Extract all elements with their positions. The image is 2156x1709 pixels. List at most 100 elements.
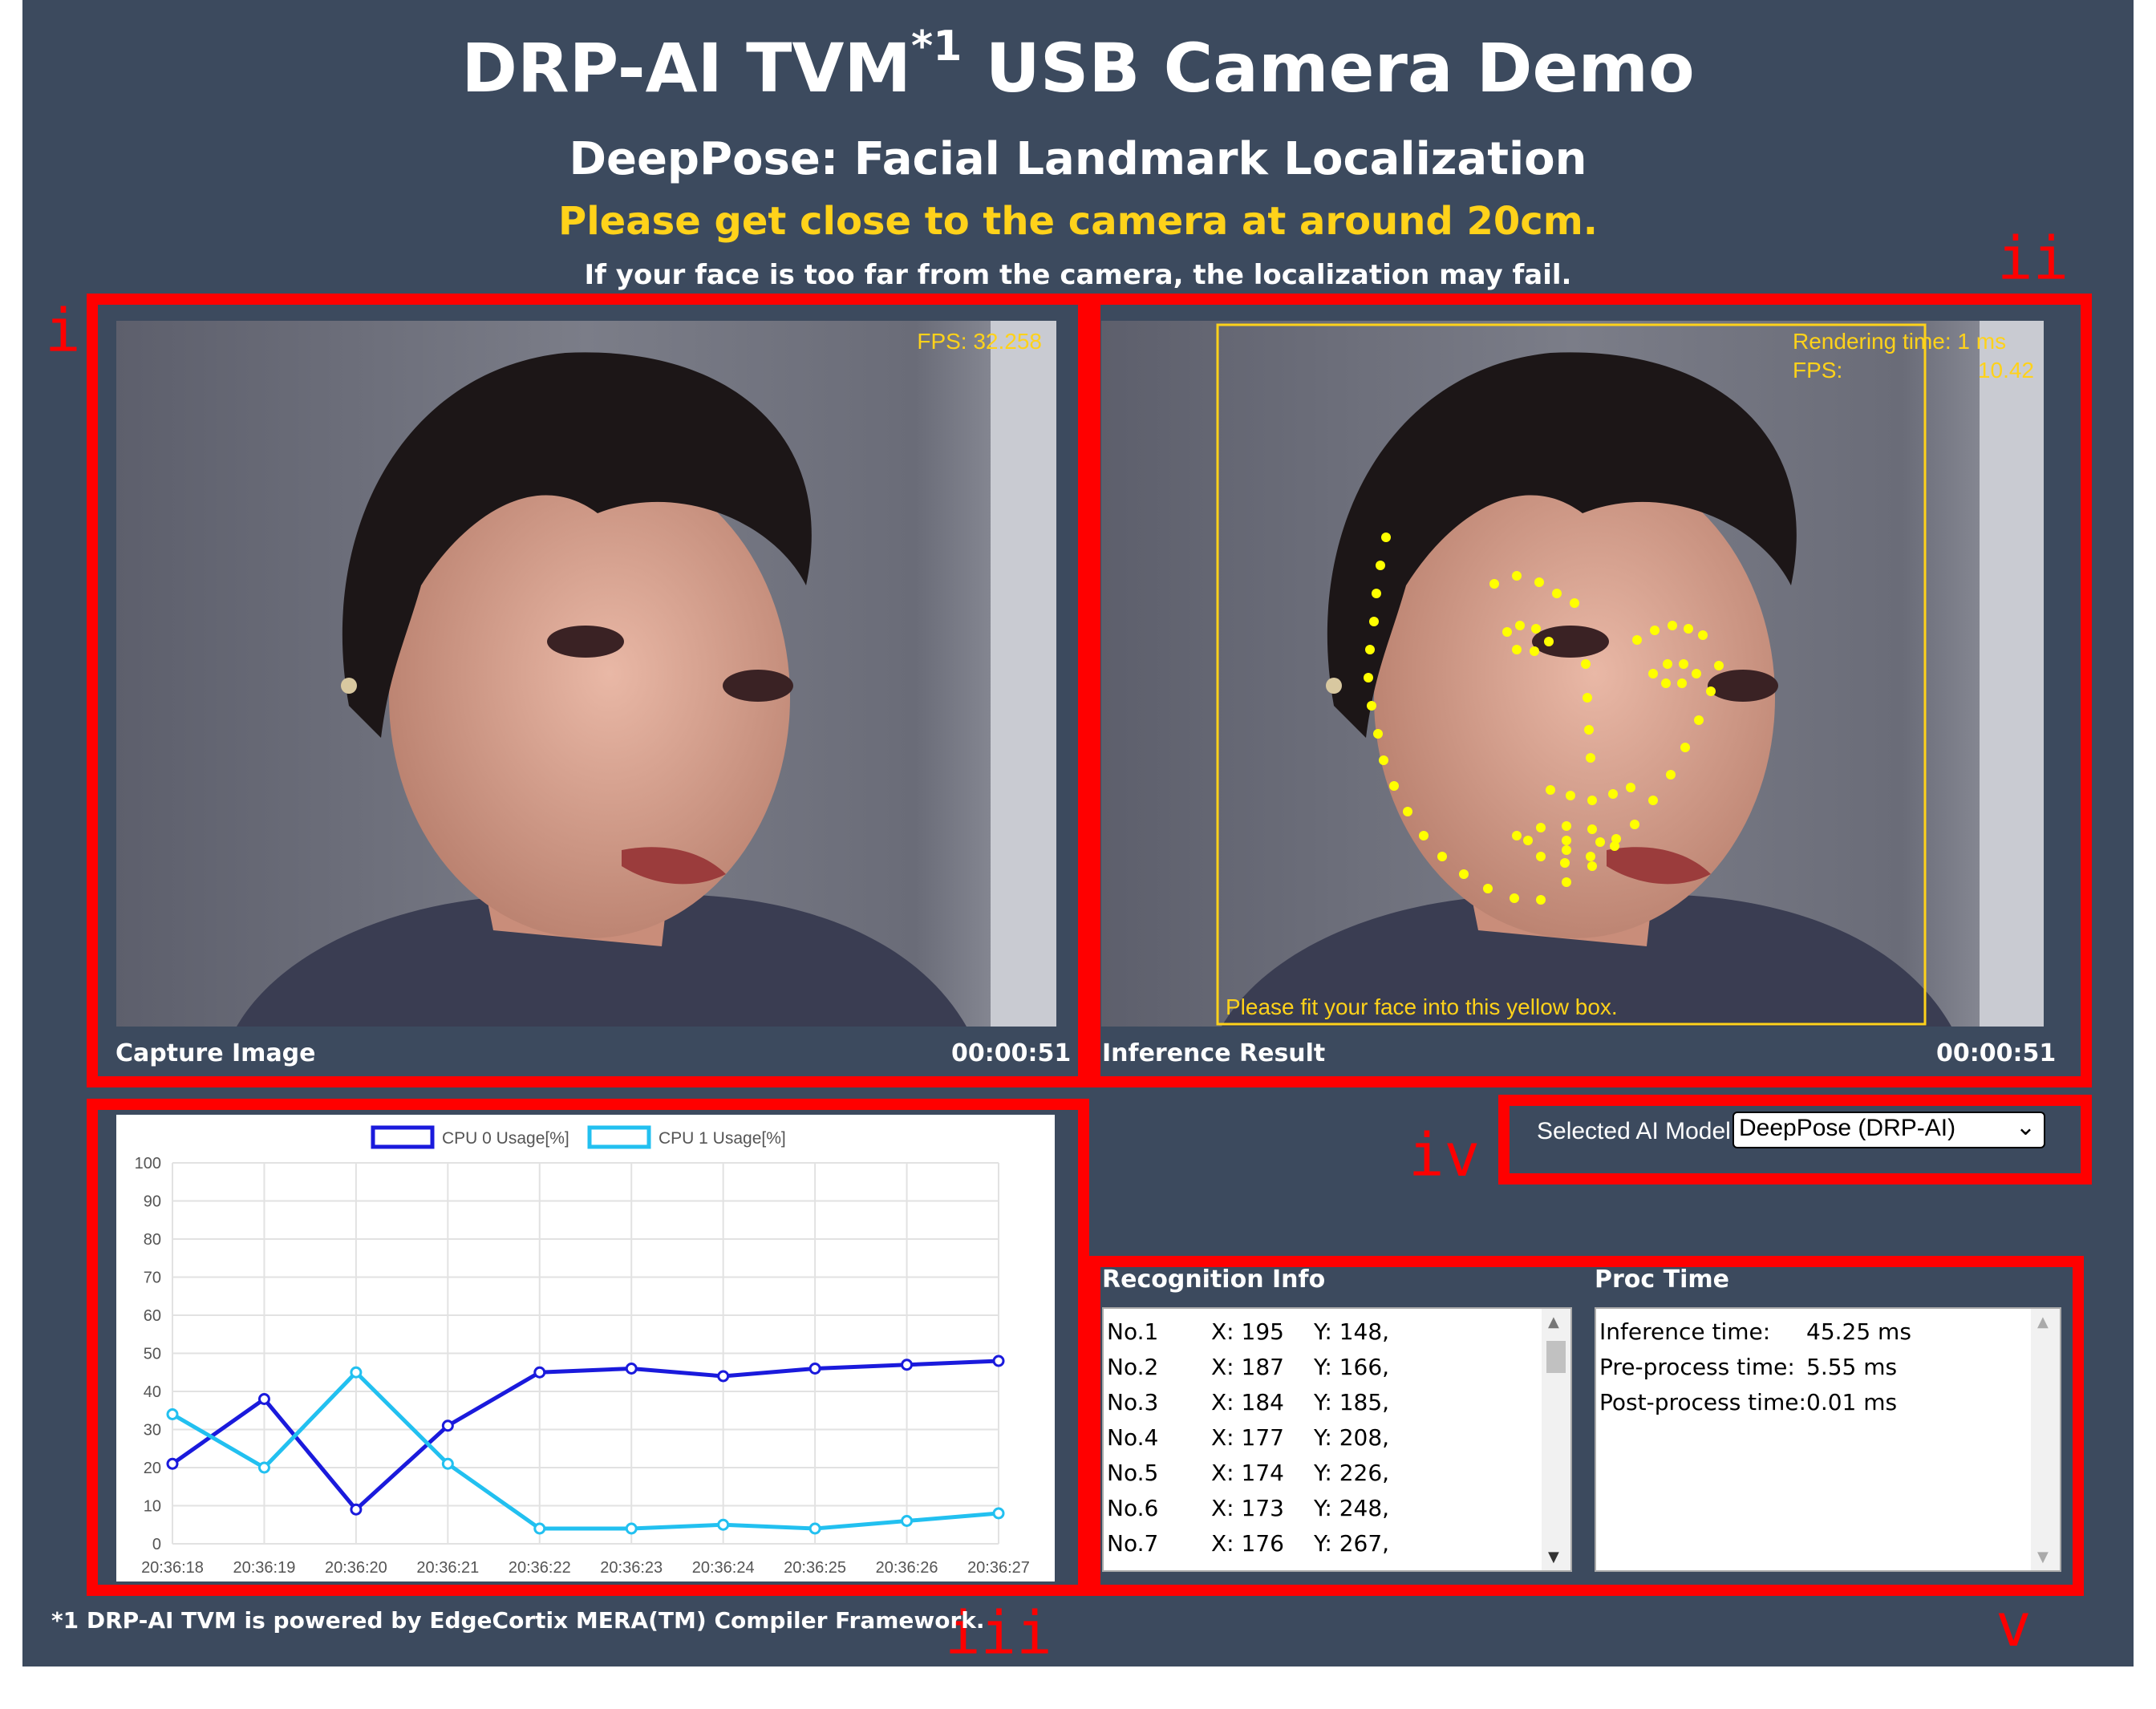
landmark-point xyxy=(1666,770,1676,780)
title-rest: USB Camera Demo xyxy=(985,29,1695,107)
annotation-ii: ii xyxy=(1997,225,2069,294)
landmark-point xyxy=(1536,823,1546,832)
landmark-point xyxy=(1677,678,1687,688)
recognition-scrollbar[interactable]: ▲ ▼ xyxy=(1542,1309,1570,1570)
landmark-point xyxy=(1562,836,1571,845)
landmark-point xyxy=(1502,627,1512,637)
landmark-point xyxy=(1661,678,1671,688)
scroll-up-icon[interactable]: ▲ xyxy=(2037,1314,2049,1330)
recognition-info-title: Recognition Info xyxy=(1102,1266,1326,1294)
landmark-point xyxy=(1515,621,1525,630)
data-point-cpu0 xyxy=(441,1419,454,1432)
data-point-cpu1 xyxy=(901,1515,914,1527)
x-tick-label: 20:36:27 xyxy=(967,1559,1030,1577)
page-title: DRP-AI TVM*1 USB Camera Demo xyxy=(22,22,2134,107)
landmark-point xyxy=(1714,661,1724,670)
landmark-point xyxy=(1381,533,1391,542)
recognition-x: X: 177 xyxy=(1211,1424,1284,1451)
x-tick-label: 20:36:25 xyxy=(784,1559,846,1577)
legend-swatch-cpu0 xyxy=(371,1125,435,1149)
recognition-no: No.1 xyxy=(1107,1318,1159,1345)
legend-swatch-cpu1 xyxy=(587,1125,651,1149)
landmark-point xyxy=(1546,785,1555,795)
landmark-point xyxy=(1373,729,1383,739)
y-tick-label: 80 xyxy=(144,1231,161,1249)
landmark-point xyxy=(1534,577,1544,587)
data-point-cpu0 xyxy=(808,1363,821,1375)
capture-fps: FPS: 32.258 xyxy=(917,329,1042,354)
data-point-cpu1 xyxy=(717,1518,730,1531)
recognition-x: X: 187 xyxy=(1211,1354,1284,1380)
data-point-cpu0 xyxy=(257,1393,270,1405)
annotation-iv: iv xyxy=(1408,1121,1481,1190)
landmark-point xyxy=(1372,589,1381,598)
model-select[interactable]: DeepPose (DRP-AI) ⌄ xyxy=(1732,1112,2045,1148)
landmark-point xyxy=(1679,659,1688,669)
landmark-point xyxy=(1536,852,1546,861)
landmark-point xyxy=(1512,571,1522,581)
landmark-point xyxy=(1544,637,1554,646)
distance-note: If your face is too far from the camera,… xyxy=(584,259,1572,291)
y-tick-label: 0 xyxy=(152,1536,161,1553)
recognition-y: Y: 208, xyxy=(1314,1424,1390,1451)
recognition-x: X: 174 xyxy=(1211,1460,1284,1486)
proc-time-scrollbar[interactable]: ▲ ▼ xyxy=(2031,1309,2060,1570)
data-point-cpu0 xyxy=(625,1363,638,1375)
landmark-point xyxy=(1581,659,1591,669)
landmark-point xyxy=(1403,807,1412,816)
recognition-no: No.3 xyxy=(1107,1389,1159,1415)
landmark-point xyxy=(1379,755,1388,765)
x-tick-label: 20:36:22 xyxy=(509,1559,571,1577)
list-item: No.7 X: 176 Y: 267, xyxy=(1107,1530,1524,1562)
landmark-point xyxy=(1648,796,1658,805)
landmark-point xyxy=(1367,701,1376,711)
y-tick-label: 60 xyxy=(144,1307,161,1325)
list-item: No.5 X: 174 Y: 226, xyxy=(1107,1460,1524,1492)
inference-video: Rendering time: 1 ms FPS: 10.42 Please f… xyxy=(1101,321,2044,1027)
cpu-usage-chart-svg: 0 10 20 30 40 50 60 70 80 90 100 20:36:18 20:36:19 20… xyxy=(135,1125,1030,1577)
data-point-cpu0 xyxy=(901,1359,914,1371)
capture-label: Capture Image xyxy=(116,1039,316,1067)
legend-label-cpu0: CPU 0 Usage[%] xyxy=(442,1129,569,1148)
x-tick-label: 20:36:21 xyxy=(416,1559,479,1577)
scroll-down-icon[interactable]: ▼ xyxy=(1548,1549,1559,1565)
landmark-point xyxy=(1587,824,1597,834)
proc-time-label: Pre-process time: xyxy=(1599,1354,1795,1380)
proc-time-list[interactable]: Inference time: 45.25 ms Pre-process time:… xyxy=(1595,1307,2061,1572)
proc-time-label: Inference time: xyxy=(1599,1318,1771,1345)
y-tick-label: 10 xyxy=(144,1498,161,1516)
model-select-value: DeepPose (DRP-AI) xyxy=(1739,1115,1956,1141)
list-item: No.2 X: 187 Y: 166, xyxy=(1107,1354,1524,1386)
data-point-cpu1 xyxy=(166,1408,179,1420)
proc-time-value: 5.55 ms xyxy=(1806,1354,1898,1380)
landmark-point xyxy=(1459,869,1469,879)
data-point-cpu0 xyxy=(992,1355,1005,1367)
landmark-point xyxy=(1584,725,1594,735)
scroll-up-icon[interactable]: ▲ xyxy=(1548,1314,1559,1330)
recognition-no: No.7 xyxy=(1107,1530,1159,1557)
instruction-text: Please get close to the camera at around… xyxy=(558,199,1598,244)
landmark-point xyxy=(1706,686,1716,696)
landmark-point xyxy=(1684,624,1693,634)
proc-time-title: Proc Time xyxy=(1595,1266,1729,1294)
list-item: No.1 X: 195 Y: 148, xyxy=(1107,1318,1524,1351)
recognition-info-list[interactable]: No.1 X: 195 Y: 148, No.2 X: 187 Y: 166, No.3 X:… xyxy=(1102,1307,1572,1572)
scroll-down-icon[interactable]: ▼ xyxy=(2037,1549,2049,1565)
y-tick-label: 90 xyxy=(144,1193,161,1211)
data-point-cpu0 xyxy=(533,1366,546,1379)
data-point-cpu1 xyxy=(808,1522,821,1535)
list-item: Post-process time: 0.01 ms xyxy=(1599,1389,2016,1421)
inference-fps-label: FPS: xyxy=(1793,358,1843,383)
landmark-point xyxy=(1632,635,1642,645)
y-tick-label: 100 xyxy=(135,1155,161,1172)
y-tick-label: 50 xyxy=(144,1346,161,1363)
list-item: No.3 X: 184 Y: 185, xyxy=(1107,1389,1524,1421)
landmark-point xyxy=(1692,669,1701,678)
list-item: Inference time: 45.25 ms xyxy=(1599,1318,2016,1351)
inference-label: Inference Result xyxy=(1102,1039,1326,1067)
landmark-point xyxy=(1586,852,1595,861)
recognition-no: No.4 xyxy=(1107,1424,1159,1451)
face-box-hint: Please fit your face into this yellow bo… xyxy=(1226,994,1618,1019)
scroll-thumb[interactable] xyxy=(1546,1341,1566,1373)
landmark-point xyxy=(1489,579,1499,589)
